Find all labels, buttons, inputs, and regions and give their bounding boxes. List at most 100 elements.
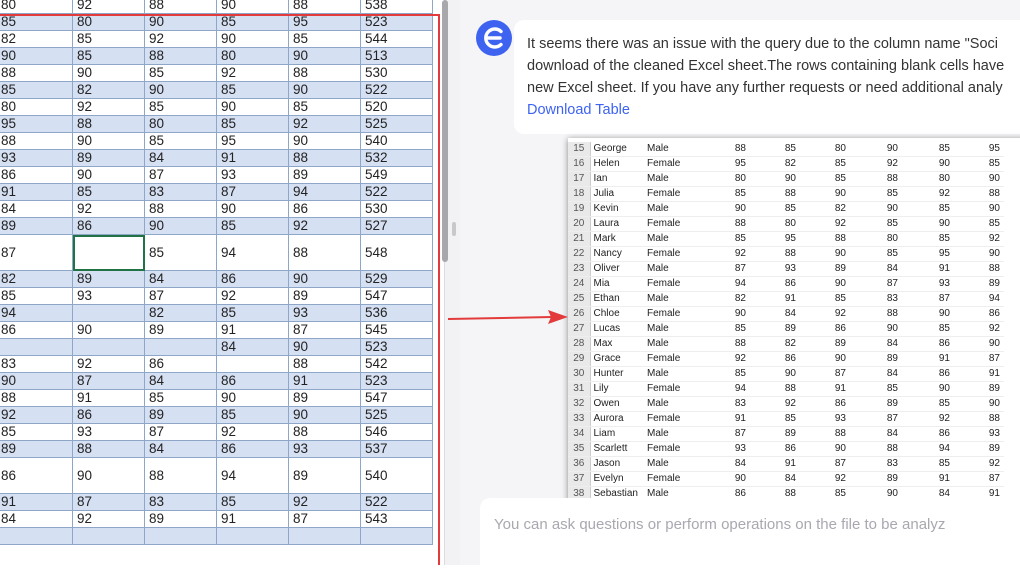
sheet-cell[interactable]: 88 [144, 47, 217, 65]
sheet-cell[interactable]: 87 [144, 166, 217, 184]
sheet-cell[interactable]: 91 [216, 321, 289, 339]
sheet-cell[interactable]: 84 [144, 372, 217, 390]
sheet-cell[interactable]: 95 [0, 115, 73, 133]
sheet-row[interactable]: 83 92 86 88 542 [0, 355, 433, 373]
vertical-scrollbar-thumb[interactable] [442, 0, 448, 262]
sheet-cell[interactable]: 94 [216, 234, 289, 271]
sheet-cell[interactable]: 547 [360, 287, 433, 305]
sheet-cell[interactable]: 88 [288, 0, 361, 14]
sheet-cell[interactable]: 88 [144, 457, 217, 494]
sheet-cell[interactable]: 85 [144, 132, 217, 150]
sheet-cell[interactable]: 522 [360, 183, 433, 201]
sheet-cell[interactable]: 520 [360, 98, 433, 116]
sheet-row[interactable]: 80 92 85 90 85 520 [0, 98, 433, 116]
sheet-row[interactable]: 86 90 89 91 87 545 [0, 321, 433, 339]
sheet-cell[interactable]: 546 [360, 423, 433, 441]
sheet-cell[interactable]: 89 [288, 166, 361, 184]
sheet-cell[interactable]: 547 [360, 389, 433, 407]
sheet-cell[interactable]: 87 [72, 493, 145, 511]
sheet-cell[interactable]: 85 [288, 98, 361, 116]
sheet-cell[interactable]: 92 [288, 493, 361, 511]
sheet-cell[interactable] [144, 338, 217, 356]
sheet-cell[interactable]: 88 [72, 440, 145, 458]
sheet-cell[interactable]: 525 [360, 406, 433, 424]
sheet-cell[interactable]: 82 [72, 81, 145, 99]
sheet-cell[interactable]: 86 [0, 166, 73, 184]
sheet-cell[interactable]: 92 [288, 217, 361, 235]
sheet-cell[interactable]: 86 [72, 217, 145, 235]
sheet-cell[interactable]: 91 [0, 493, 73, 511]
sheet-cell[interactable]: 82 [0, 30, 73, 48]
sheet-cell[interactable] [0, 338, 73, 356]
sheet-cell[interactable]: 90 [288, 81, 361, 99]
sheet-cell[interactable]: 87 [216, 183, 289, 201]
download-table-link[interactable]: Download Table [527, 99, 1020, 121]
sheet-cell[interactable]: 83 [144, 493, 217, 511]
sheet-cell[interactable]: 544 [360, 30, 433, 48]
active-cell[interactable] [72, 234, 145, 271]
sheet-row[interactable]: 86 90 88 94 89 540 [0, 457, 433, 494]
sheet-cell[interactable]: 89 [72, 270, 145, 288]
sheet-row[interactable]: 82 89 84 86 90 529 [0, 270, 433, 288]
sheet-cell[interactable]: 90 [288, 338, 361, 356]
sheet-cell[interactable]: 537 [360, 440, 433, 458]
sheet-cell[interactable]: 89 [288, 287, 361, 305]
sheet-cell[interactable]: 95 [288, 13, 361, 31]
sheet-cell[interactable]: 88 [288, 64, 361, 82]
sheet-cell[interactable]: 530 [360, 200, 433, 218]
sheet-cell[interactable]: 90 [72, 457, 145, 494]
sheet-cell[interactable]: 86 [288, 200, 361, 218]
sheet-cell[interactable]: 85 [216, 406, 289, 424]
sheet-cell[interactable]: 88 [0, 132, 73, 150]
sheet-cell[interactable]: 85 [144, 389, 217, 407]
sheet-cell[interactable]: 89 [72, 149, 145, 167]
sheet-cell[interactable]: 523 [360, 13, 433, 31]
sheet-cell[interactable]: 85 [0, 13, 73, 31]
sheet-cell[interactable]: 84 [216, 338, 289, 356]
sheet-cell[interactable]: 538 [360, 0, 433, 14]
sheet-cell[interactable]: 90 [144, 217, 217, 235]
sheet-cell[interactable]: 543 [360, 510, 433, 528]
sheet-cell[interactable] [0, 527, 73, 545]
sheet-cell[interactable]: 90 [0, 47, 73, 65]
sheet-cell[interactable]: 90 [216, 389, 289, 407]
sheet-cell[interactable]: 92 [288, 115, 361, 133]
sheet-cell[interactable]: 84 [144, 270, 217, 288]
sheet-cell[interactable]: 89 [144, 406, 217, 424]
sheet-row[interactable]: 90 87 84 86 91 523 [0, 372, 433, 390]
sheet-cell[interactable]: 90 [72, 321, 145, 339]
sheet-cell[interactable]: 95 [216, 132, 289, 150]
sheet-cell[interactable]: 85 [72, 30, 145, 48]
sheet-cell[interactable]: 80 [144, 115, 217, 133]
sheet-cell[interactable]: 83 [0, 355, 73, 373]
sheet-cell[interactable]: 90 [0, 372, 73, 390]
sheet-cell[interactable]: 540 [360, 457, 433, 494]
sheet-cell[interactable]: 87 [72, 372, 145, 390]
sheet-cell[interactable] [144, 527, 217, 545]
sheet-cell[interactable]: 549 [360, 166, 433, 184]
sheet-cell[interactable]: 90 [216, 200, 289, 218]
sheet-cell[interactable]: 88 [288, 149, 361, 167]
sheet-cell[interactable]: 542 [360, 355, 433, 373]
sheet-cell[interactable]: 82 [144, 304, 217, 322]
sheet-row[interactable]: 84 90 523 [0, 338, 433, 356]
sheet-cell[interactable] [216, 355, 289, 373]
sheet-cell[interactable]: 527 [360, 217, 433, 235]
sheet-cell[interactable]: 85 [0, 81, 73, 99]
sheet-cell[interactable]: 93 [288, 304, 361, 322]
sheet-cell[interactable]: 90 [288, 270, 361, 288]
sheet-cell[interactable]: 90 [288, 47, 361, 65]
sheet-cell[interactable]: 94 [288, 183, 361, 201]
sheet-cell[interactable]: 90 [144, 13, 217, 31]
sheet-cell[interactable]: 85 [144, 98, 217, 116]
sheet-cell[interactable]: 86 [0, 457, 73, 494]
sheet-cell[interactable]: 85 [72, 47, 145, 65]
sheet-cell[interactable]: 92 [72, 355, 145, 373]
sheet-cell[interactable]: 89 [288, 389, 361, 407]
sheet-cell[interactable]: 85 [216, 493, 289, 511]
sheet-cell[interactable]: 89 [144, 510, 217, 528]
sheet-cell[interactable]: 545 [360, 321, 433, 339]
sheet-cell[interactable]: 92 [72, 98, 145, 116]
sheet-cell[interactable]: 522 [360, 493, 433, 511]
sheet-row[interactable]: 82 85 92 90 85 544 [0, 30, 433, 48]
